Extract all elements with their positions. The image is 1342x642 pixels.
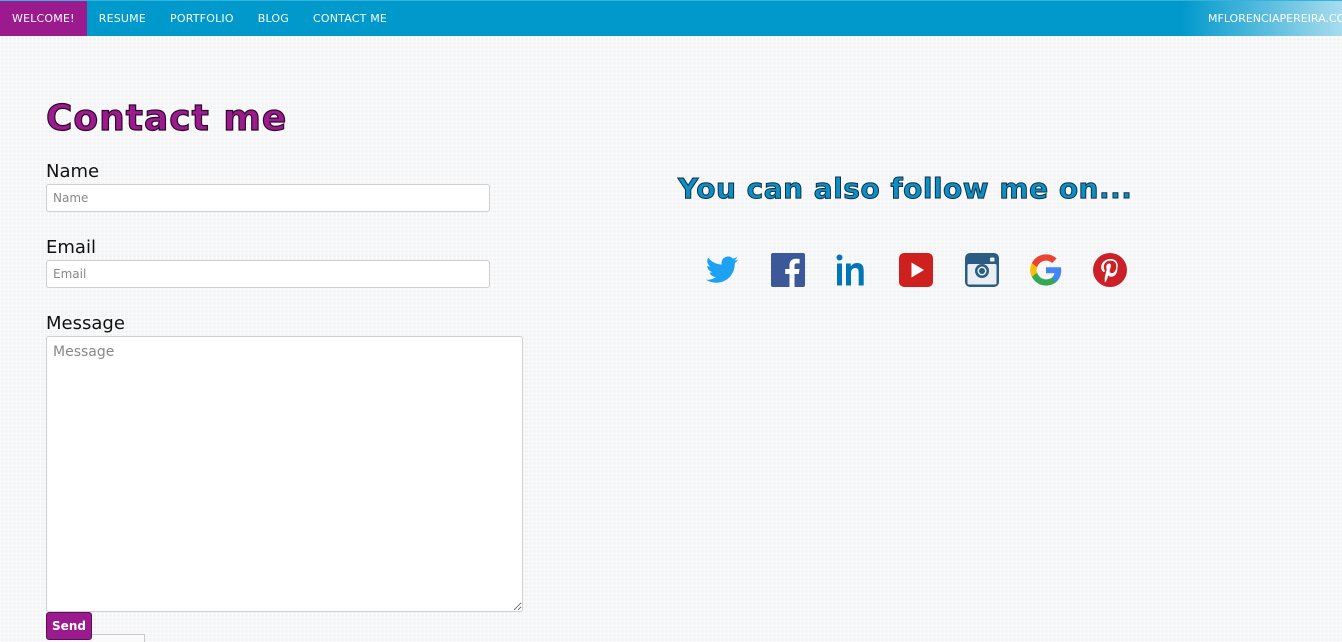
name-input[interactable] <box>46 184 490 212</box>
youtube-icon[interactable] <box>898 252 934 288</box>
site-brand-link[interactable]: MFLORENCIAPEREIRA.CO <box>1208 1 1342 36</box>
follow-title: You can also follow me on... <box>677 172 1133 206</box>
google-icon[interactable] <box>1028 252 1064 288</box>
message-label: Message <box>46 313 125 334</box>
twitter-icon[interactable] <box>704 252 740 288</box>
email-label: Email <box>46 237 96 258</box>
message-textarea[interactable] <box>46 336 523 612</box>
top-navbar: WELCOME! RESUME PORTFOLIO BLOG CONTACT M… <box>0 0 1342 36</box>
facebook-icon[interactable] <box>770 252 806 288</box>
nav-item-welcome[interactable]: WELCOME! <box>0 1 87 36</box>
contact-title: Contact me <box>45 97 288 139</box>
email-input[interactable] <box>46 260 490 288</box>
send-button[interactable]: Send <box>46 612 92 640</box>
nav-item-contact-me[interactable]: CONTACT ME <box>301 1 399 36</box>
bottom-edge-strip <box>92 634 145 642</box>
name-label: Name <box>46 161 100 182</box>
nav-item-blog[interactable]: BLOG <box>246 1 301 36</box>
social-links <box>704 252 1144 288</box>
instagram-icon[interactable] <box>964 252 1000 288</box>
nav-item-portfolio[interactable]: PORTFOLIO <box>158 1 246 36</box>
linkedin-icon[interactable] <box>834 252 870 288</box>
nav-item-resume[interactable]: RESUME <box>87 1 158 36</box>
nav-menu: WELCOME! RESUME PORTFOLIO BLOG CONTACT M… <box>0 1 399 36</box>
pinterest-icon[interactable] <box>1092 252 1128 288</box>
